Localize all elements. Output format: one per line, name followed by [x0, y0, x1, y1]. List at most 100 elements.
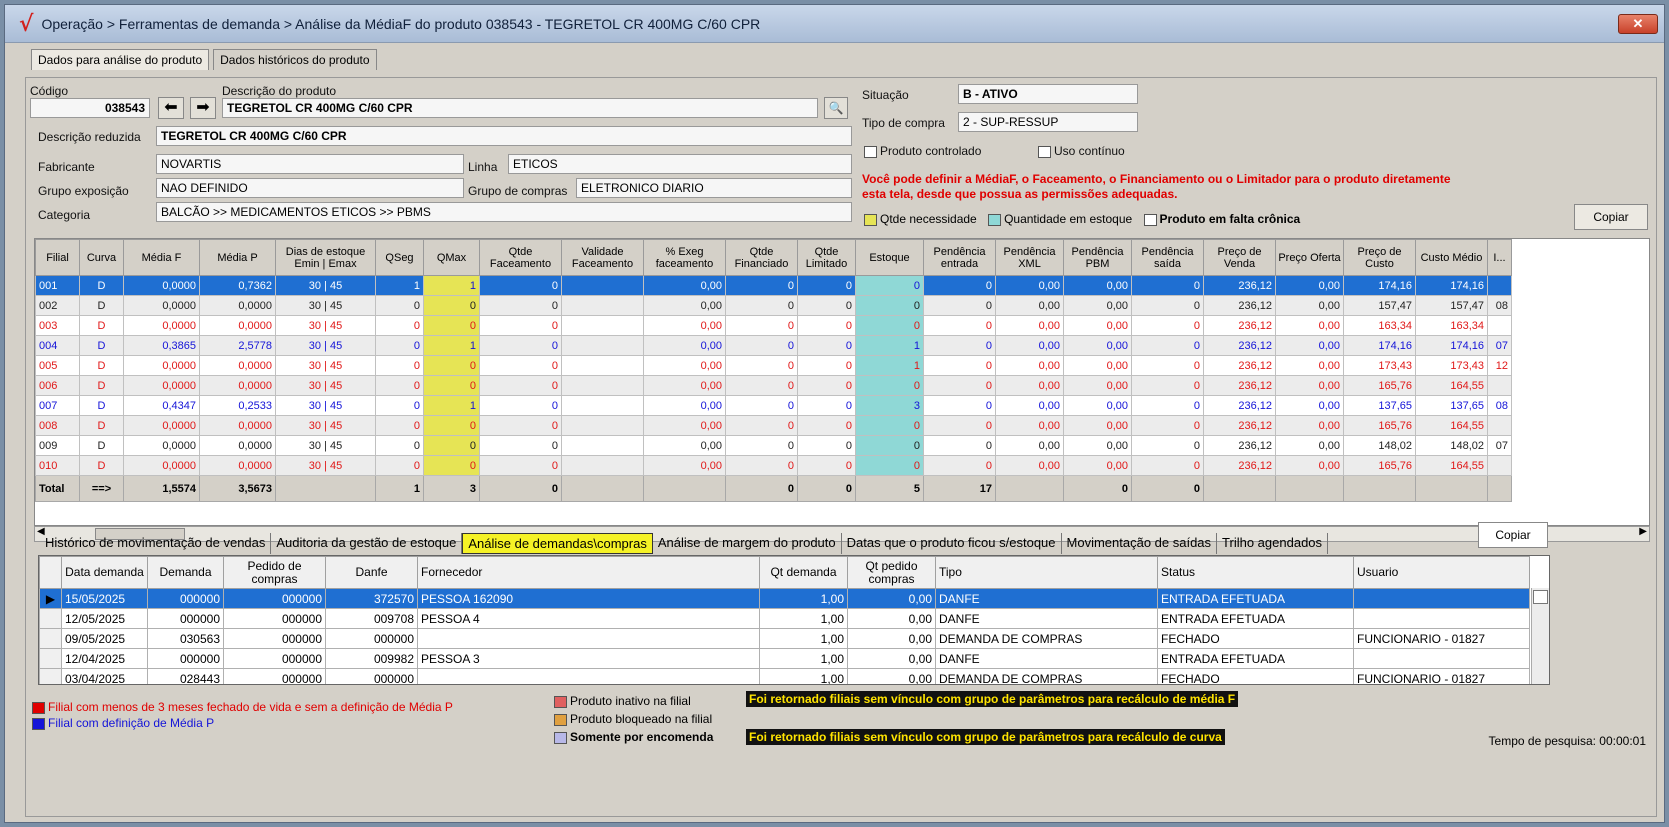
- grid-cell[interactable]: 0,0000: [199, 435, 276, 456]
- grid-cell[interactable]: 0: [725, 315, 798, 336]
- demand-cell[interactable]: 372570: [325, 588, 418, 609]
- grid-cell[interactable]: 0: [797, 435, 856, 456]
- grid-cell[interactable]: 0,00: [643, 435, 726, 456]
- demand-cell[interactable]: 000000: [147, 648, 224, 669]
- branch-row[interactable]: 008 D 0,0000 0,0000 30 | 45 0 0 0 0,00 0 0 0 0 0,00 0,…: [35, 415, 1512, 436]
- grid-cell[interactable]: 0,00: [1275, 395, 1344, 416]
- grid-cell[interactable]: 0,00: [1275, 335, 1344, 356]
- demand-row[interactable]: ▶ 15/05/2025 000000 000000 372570 PESSOA 1620…: [39, 588, 1530, 609]
- tab-dados-historicos[interactable]: Dados históricos do produto: [213, 49, 377, 70]
- grid-cell[interactable]: 30 | 45: [275, 295, 376, 316]
- demand-cell[interactable]: DANFE: [935, 608, 1158, 629]
- grid-cell[interactable]: 006: [35, 375, 80, 396]
- grid-cell[interactable]: 0,00: [1275, 415, 1344, 436]
- column-header[interactable]: % Exeg faceamento: [643, 239, 726, 276]
- grid-cell[interactable]: 0,2533: [199, 395, 276, 416]
- grid-cell[interactable]: 0,0000: [123, 315, 200, 336]
- demand-cell[interactable]: 030563: [147, 628, 224, 649]
- grupo-exposicao-field[interactable]: NAO DEFINIDO: [156, 178, 464, 198]
- grid-cell[interactable]: D: [79, 275, 124, 296]
- grid-cell[interactable]: 004: [35, 335, 80, 356]
- grid-cell[interactable]: 236,12: [1203, 275, 1276, 296]
- tab-analise-margem[interactable]: Análise de margem do produto: [653, 533, 842, 554]
- grid-cell[interactable]: 0,0000: [123, 455, 200, 476]
- grid-cell[interactable]: 0,00: [643, 395, 726, 416]
- column-header[interactable]: Curva: [79, 239, 124, 276]
- demand-cell[interactable]: FECHADO: [1157, 628, 1354, 649]
- column-header[interactable]: Pendência PBM: [1063, 239, 1132, 276]
- branch-row[interactable]: 003 D 0,0000 0,0000 30 | 45 0 0 0 0,00 0 0 0 0 0,00 0,…: [35, 315, 1512, 336]
- grid-cell[interactable]: 0: [479, 395, 562, 416]
- demand-cell[interactable]: 0,00: [847, 668, 936, 684]
- column-header[interactable]: Média P: [199, 239, 276, 276]
- column-header[interactable]: Preço de Custo: [1343, 239, 1416, 276]
- column-header[interactable]: Qtde Limitado: [797, 239, 856, 276]
- search-icon[interactable]: 🔍: [824, 97, 848, 119]
- grid-cell[interactable]: 165,76: [1343, 455, 1416, 476]
- grid-cell[interactable]: 1: [423, 395, 480, 416]
- grid-cell[interactable]: 1: [855, 355, 924, 376]
- tab-auditoria-estoque[interactable]: Auditoria da gestão de estoque: [271, 533, 463, 554]
- demand-cell[interactable]: FECHADO: [1157, 668, 1354, 684]
- grid-cell[interactable]: 0: [479, 435, 562, 456]
- scroll-right-icon[interactable]: ▶: [1639, 526, 1647, 537]
- uso-continuo-checkbox[interactable]: Uso contínuo: [1038, 144, 1125, 158]
- grid-cell[interactable]: 0,00: [995, 335, 1064, 356]
- grid-cell[interactable]: 0: [725, 295, 798, 316]
- grid-cell[interactable]: 164,55: [1415, 375, 1488, 396]
- produto-controlado-checkbox[interactable]: Produto controlado: [864, 144, 981, 158]
- grid-cell[interactable]: 0: [423, 415, 480, 436]
- demand-cell[interactable]: 1,00: [759, 608, 848, 629]
- grid-cell[interactable]: 0: [923, 275, 996, 296]
- grid-cell[interactable]: 0: [797, 375, 856, 396]
- column-header[interactable]: Qt demanda: [759, 556, 848, 589]
- grid-cell[interactable]: 0,00: [995, 375, 1064, 396]
- demand-cell[interactable]: ENTRADA EFETUADA: [1157, 648, 1354, 669]
- grid-cell[interactable]: 0,00: [643, 295, 726, 316]
- grid-cell[interactable]: 157,47: [1415, 295, 1488, 316]
- grid-cell[interactable]: 009: [35, 435, 80, 456]
- grid-cell[interactable]: 30 | 45: [275, 335, 376, 356]
- grid-cell[interactable]: 0,00: [1063, 315, 1132, 336]
- grid-cell[interactable]: 0: [423, 435, 480, 456]
- branch-row[interactable]: 004 D 0,3865 2,5778 30 | 45 0 1 0 0,00 0 0 1 0 0,00 0,…: [35, 335, 1512, 356]
- branch-row[interactable]: 001 D 0,0000 0,7362 30 | 45 1 1 0 0,00 0 0 0 0 0,00 0,…: [35, 275, 1512, 296]
- grid-cell[interactable]: 0: [1131, 415, 1204, 436]
- grid-cell[interactable]: 005: [35, 355, 80, 376]
- column-header[interactable]: Pendência entrada: [923, 239, 996, 276]
- grid-cell[interactable]: 0: [797, 315, 856, 336]
- demand-cell[interactable]: ENTRADA EFETUADA: [1157, 588, 1354, 609]
- grid-cell[interactable]: 008: [35, 415, 80, 436]
- grid-cell[interactable]: 165,76: [1343, 375, 1416, 396]
- demand-cell[interactable]: [1353, 608, 1530, 629]
- grid-cell[interactable]: 137,65: [1415, 395, 1488, 416]
- lower-copy-button[interactable]: Copiar: [1478, 522, 1548, 548]
- grid-cell[interactable]: 0,00: [995, 315, 1064, 336]
- grid-cell[interactable]: [561, 355, 644, 376]
- demand-cell[interactable]: 000000: [223, 628, 326, 649]
- linha-field[interactable]: ETICOS: [508, 154, 852, 174]
- grid-cell[interactable]: 0,0000: [199, 315, 276, 336]
- grid-cell[interactable]: 174,16: [1415, 275, 1488, 296]
- tab-analise-demandas[interactable]: Análise de demandas\compras: [462, 533, 653, 554]
- grid-cell[interactable]: 164,55: [1415, 415, 1488, 436]
- demand-cell[interactable]: PESSOA 162090: [417, 588, 760, 609]
- demand-cell[interactable]: 1,00: [759, 588, 848, 609]
- grid-cell[interactable]: 148,02: [1343, 435, 1416, 456]
- grid-cell[interactable]: 0: [797, 295, 856, 316]
- column-header[interactable]: Danfe: [325, 556, 418, 589]
- grid-cell[interactable]: 0: [855, 375, 924, 396]
- grid-cell[interactable]: 08: [1487, 395, 1512, 416]
- row-indicator[interactable]: [39, 668, 62, 684]
- grid-cell[interactable]: D: [79, 375, 124, 396]
- grid-cell[interactable]: 0,00: [995, 415, 1064, 436]
- grid-cell[interactable]: 0: [479, 335, 562, 356]
- grid-cell[interactable]: 174,16: [1415, 335, 1488, 356]
- column-header[interactable]: Qtde Financiado: [725, 239, 798, 276]
- demand-cell[interactable]: ENTRADA EFETUADA: [1157, 608, 1354, 629]
- column-header[interactable]: Filial: [35, 239, 80, 276]
- grid-cell[interactable]: 0,00: [1275, 295, 1344, 316]
- grid-cell[interactable]: [561, 455, 644, 476]
- grid-cell[interactable]: 0: [423, 295, 480, 316]
- scroll-thumb[interactable]: [1533, 590, 1548, 604]
